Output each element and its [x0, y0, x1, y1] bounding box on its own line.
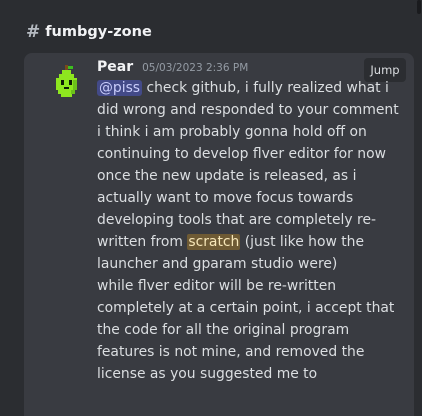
message-card[interactable]: Pear 05/03/2023 2:36 PM Jump @piss check… — [24, 53, 414, 416]
message-line: i think i am probably gonna hold off on — [97, 124, 367, 140]
scrollbar-track[interactable] — [416, 0, 422, 416]
pear-avatar-icon — [46, 61, 86, 101]
search-highlight: scratch — [187, 234, 241, 250]
user-mention[interactable]: @piss — [97, 80, 143, 96]
hash-icon: # — [26, 22, 41, 42]
message-line: @piss check github, i fully realized wha… — [97, 77, 397, 99]
message-text: check github, i fully realized what i — [142, 80, 389, 96]
message-content: @piss check github, i fully realized wha… — [97, 77, 399, 385]
message-line: continuing to develop flver editor for n… — [97, 146, 386, 162]
message-line: developing tools that are completely re- — [97, 212, 376, 228]
message-header: Pear 05/03/2023 2:36 PM — [97, 59, 248, 75]
channel-header[interactable]: # fumbgy-zone — [26, 21, 152, 43]
scrollbar-thumb[interactable] — [417, 0, 421, 14]
message-line: completely at a certain point, i accept … — [97, 300, 395, 316]
channel-name: fumbgy-zone — [45, 24, 152, 40]
username[interactable]: Pear — [97, 59, 133, 75]
message-line: features is not mine, and removed the — [97, 344, 365, 360]
message-line: while flver editor will be re-written — [97, 278, 337, 294]
timestamp: 05/03/2023 2:36 PM — [142, 62, 249, 74]
message-line: license as you suggested me to — [97, 366, 318, 382]
message-line: the code for all the original program — [97, 322, 350, 338]
message-line: written from scratch (just like how the — [97, 231, 397, 253]
message-line: actually want to move focus towards — [97, 190, 354, 206]
message-text: written from — [97, 234, 188, 250]
message-line: once the new update is released, as i — [97, 168, 357, 184]
message-line: launcher and gparam studio were) — [97, 256, 338, 272]
discord-window: # fumbgy-zone Pear 05/03/2023 2:36 PM Ju… — [0, 0, 422, 416]
avatar[interactable] — [46, 61, 86, 101]
message-line: did wrong and responded to your comment — [97, 102, 399, 118]
message-text: (just like how the — [240, 234, 365, 250]
